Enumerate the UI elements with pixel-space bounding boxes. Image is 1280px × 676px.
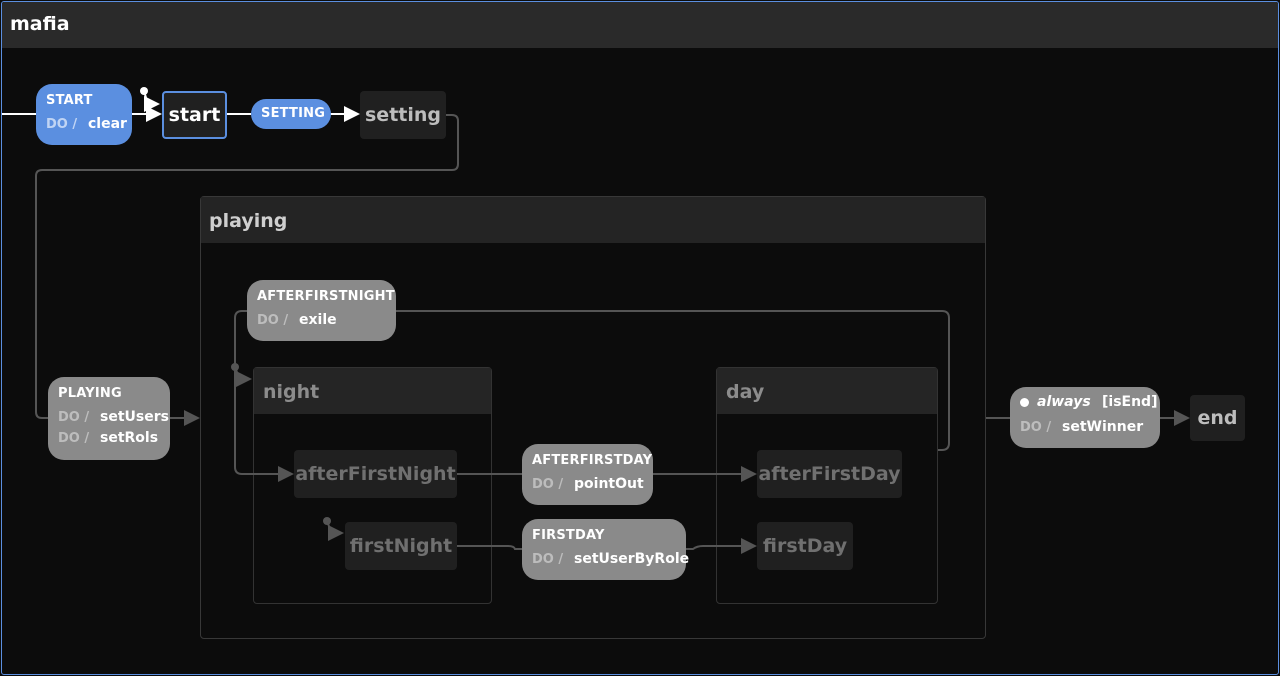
event-after-first-day-action: pointOut [574,476,644,492]
event-after-first-night-action: exile [299,312,337,328]
event-playing[interactable]: PLAYING DO / setUsers DO / setRols [48,377,170,460]
event-after-first-day-name: AFTERFIRSTDAY [532,453,653,468]
event-first-day-name: FIRSTDAY [532,528,605,543]
state-start-label: start [168,104,221,126]
state-after-first-night[interactable]: afterFirstNight [294,450,457,498]
event-first-day-do: DO / [532,552,564,567]
state-first-day[interactable]: firstDay [757,522,853,570]
event-setting-name: SETTING [261,106,326,121]
event-first-day[interactable]: FIRSTDAY DO / setUserByRole [522,519,690,580]
state-first-night-label: firstNight [349,535,453,557]
state-after-first-night-label: afterFirstNight [295,463,456,485]
state-day-label: day [726,381,765,403]
state-end-label: end [1197,407,1238,429]
event-start[interactable]: START DO / clear [36,84,132,145]
state-after-first-day-label: afterFirstDay [758,463,901,485]
state-night-label: night [263,381,320,403]
machine-title: mafia [10,13,70,35]
state-first-night[interactable]: firstNight [345,522,457,570]
event-start-do: DO / [46,117,78,132]
event-start-action: clear [88,116,127,132]
event-always-guard: [isEnd] [1102,394,1158,410]
state-end[interactable]: end [1190,395,1245,441]
state-playing-header [201,197,985,243]
state-after-first-day[interactable]: afterFirstDay [757,450,902,498]
event-always-do: DO / [1020,420,1052,435]
always-dot-icon [1020,398,1029,407]
state-playing-label: playing [209,210,288,232]
event-start-name: START [46,93,93,108]
event-after-first-day-do: DO / [532,477,564,492]
event-after-first-night[interactable]: AFTERFIRSTNIGHT DO / exile [247,280,396,341]
state-first-day-label: firstDay [762,535,848,557]
event-always[interactable]: always [isEnd] DO / setWinner [1010,387,1160,448]
state-setting-label: setting [365,104,441,126]
event-always-name: always [1037,394,1091,410]
event-playing-do-2: DO / [58,431,90,446]
machine-header: mafia [2,2,1278,48]
state-start[interactable]: start [162,91,227,139]
event-playing-name: PLAYING [58,386,122,401]
event-first-day-action: setUserByRole [574,551,690,567]
event-after-first-night-do: DO / [257,313,289,328]
event-playing-do-1: DO / [58,410,90,425]
event-playing-action-2: setRols [100,430,159,446]
event-playing-action-1: setUsers [100,409,169,425]
event-after-first-night-name: AFTERFIRSTNIGHT [257,289,395,304]
event-always-action: setWinner [1062,419,1144,435]
event-setting[interactable]: SETTING [251,99,331,129]
event-after-first-day[interactable]: AFTERFIRSTDAY DO / pointOut [522,444,653,505]
state-setting[interactable]: setting [360,91,446,139]
